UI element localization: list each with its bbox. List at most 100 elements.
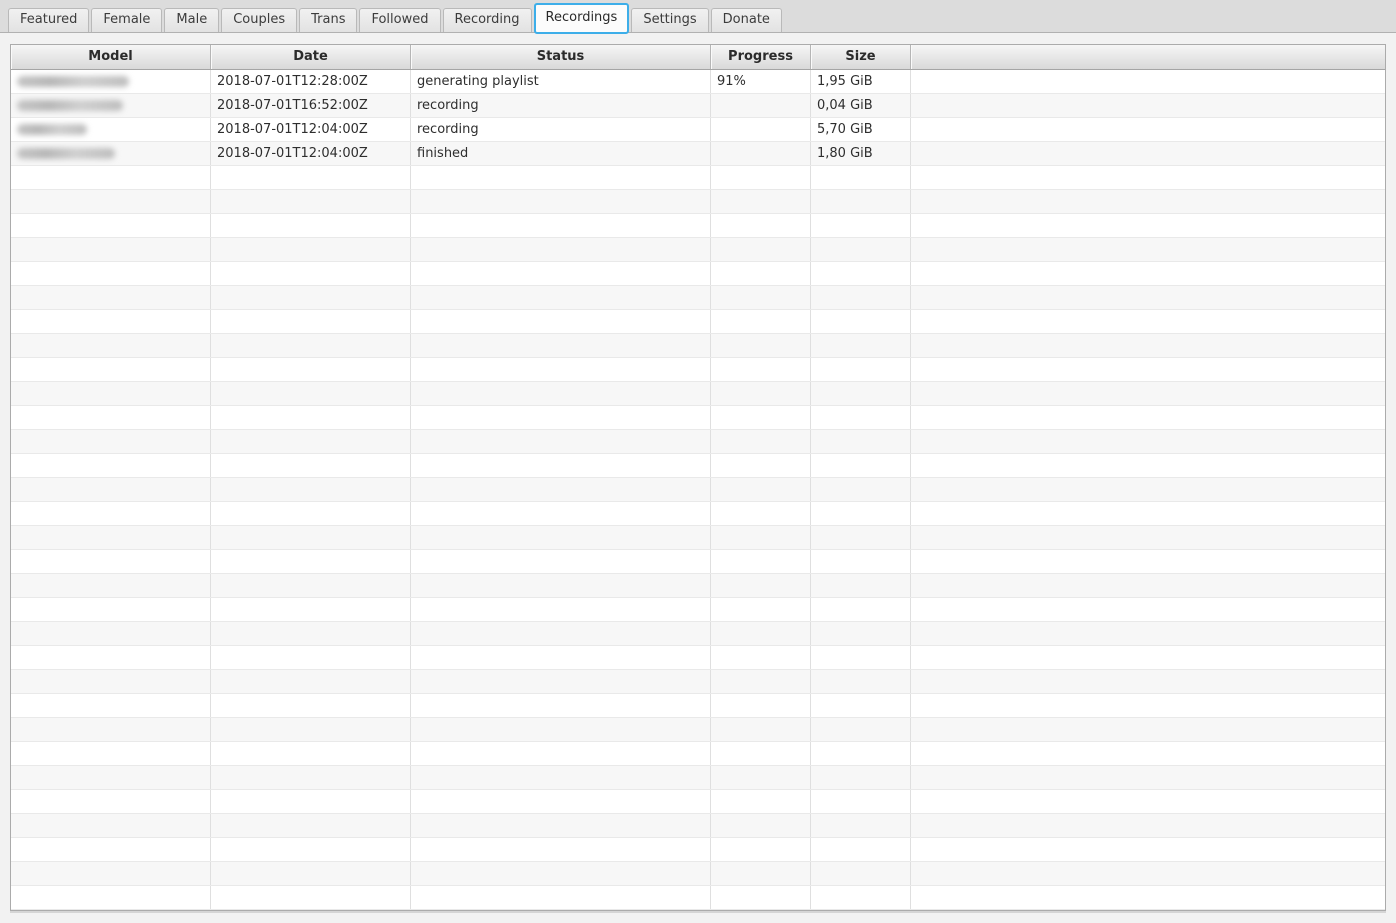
cell-model	[11, 94, 211, 117]
column-header-model[interactable]: Model	[11, 45, 211, 69]
table-row-empty[interactable]	[11, 190, 1385, 214]
table-row[interactable]: 2018-07-01T12:04:00Z recording 5,70 GiB	[11, 118, 1385, 142]
table-cell-empty	[811, 454, 911, 477]
cell-progress	[711, 118, 811, 141]
table-cell-empty	[11, 718, 211, 741]
redacted-model-name	[17, 100, 123, 111]
table-cell-empty	[711, 694, 811, 717]
table-cell-empty	[711, 382, 811, 405]
tab-trans[interactable]: Trans	[299, 8, 357, 32]
column-header-status[interactable]: Status	[411, 45, 711, 69]
table-row-empty[interactable]	[11, 526, 1385, 550]
table-cell-empty	[911, 430, 1385, 453]
table-cell-empty	[11, 742, 211, 765]
table-row-empty[interactable]	[11, 742, 1385, 766]
table-row-empty[interactable]	[11, 238, 1385, 262]
tab-recordings[interactable]: Recordings	[534, 3, 630, 34]
table-row-empty[interactable]	[11, 358, 1385, 382]
cell-status: generating playlist	[411, 70, 711, 93]
table-row-empty[interactable]	[11, 814, 1385, 838]
table-row[interactable]: 2018-07-01T16:52:00Z recording 0,04 GiB	[11, 94, 1385, 118]
table-cell-empty	[811, 526, 911, 549]
table-cell-empty	[811, 430, 911, 453]
table-cell-empty	[11, 886, 211, 909]
cell-size: 0,04 GiB	[811, 94, 911, 117]
table-row-empty[interactable]	[11, 766, 1385, 790]
tab-followed[interactable]: Followed	[359, 8, 440, 32]
table-row-empty[interactable]	[11, 694, 1385, 718]
column-header-date[interactable]: Date	[211, 45, 411, 69]
table-cell-empty	[811, 646, 911, 669]
table-row-empty[interactable]	[11, 718, 1385, 742]
table-cell-empty	[411, 550, 711, 573]
table-cell-empty	[711, 718, 811, 741]
table-row-empty[interactable]	[11, 478, 1385, 502]
table-row-empty[interactable]	[11, 406, 1385, 430]
column-header-progress[interactable]: Progress	[711, 45, 811, 69]
table-cell-empty	[911, 310, 1385, 333]
table-header-row: Model Date Status Progress Size	[11, 45, 1385, 70]
table-row-empty[interactable]	[11, 166, 1385, 190]
table-row-empty[interactable]	[11, 598, 1385, 622]
tab-featured[interactable]: Featured	[8, 8, 89, 32]
table-row-empty[interactable]	[11, 574, 1385, 598]
table-cell-empty	[411, 670, 711, 693]
table-row-empty[interactable]	[11, 622, 1385, 646]
table-cell-empty	[11, 766, 211, 789]
table-cell-empty	[411, 358, 711, 381]
table-row-empty[interactable]	[11, 502, 1385, 526]
table-cell-empty	[911, 694, 1385, 717]
table-row-empty[interactable]	[11, 886, 1385, 910]
tab-settings[interactable]: Settings	[631, 8, 708, 32]
cell-status: recording	[411, 94, 711, 117]
table-cell-empty	[911, 670, 1385, 693]
table-cell-empty	[911, 766, 1385, 789]
table-cell-empty	[911, 526, 1385, 549]
table-cell-empty	[711, 286, 811, 309]
table-row-empty[interactable]	[11, 790, 1385, 814]
table-cell-empty	[811, 262, 911, 285]
cell-filler	[911, 94, 1385, 117]
table-row-empty[interactable]	[11, 310, 1385, 334]
table-row[interactable]: 2018-07-01T12:28:00Z generating playlist…	[11, 70, 1385, 94]
table-cell-empty	[811, 790, 911, 813]
table-cell-empty	[411, 190, 711, 213]
table-row-empty[interactable]	[11, 454, 1385, 478]
table-cell-empty	[11, 838, 211, 861]
table-cell-empty	[411, 838, 711, 861]
table-cell-empty	[11, 694, 211, 717]
table-cell-empty	[911, 214, 1385, 237]
tab-recording[interactable]: Recording	[443, 8, 532, 32]
table-row[interactable]: 2018-07-01T12:04:00Z finished 1,80 GiB	[11, 142, 1385, 166]
tab-couples[interactable]: Couples	[221, 8, 297, 32]
tab-male[interactable]: Male	[164, 8, 219, 32]
table-cell-empty	[211, 310, 411, 333]
table-cell-empty	[811, 574, 911, 597]
column-header-size[interactable]: Size	[811, 45, 911, 69]
table-cell-empty	[11, 358, 211, 381]
cell-size: 5,70 GiB	[811, 118, 911, 141]
table-cell-empty	[911, 742, 1385, 765]
table-row-empty[interactable]	[11, 214, 1385, 238]
tab-female[interactable]: Female	[91, 8, 162, 32]
table-cell-empty	[811, 478, 911, 501]
table-cell-empty	[711, 622, 811, 645]
table-cell-empty	[211, 694, 411, 717]
table-cell-empty	[411, 694, 711, 717]
table-cell-empty	[11, 334, 211, 357]
table-row-empty[interactable]	[11, 286, 1385, 310]
table-row-empty[interactable]	[11, 838, 1385, 862]
table-row-empty[interactable]	[11, 646, 1385, 670]
table-cell-empty	[811, 694, 911, 717]
table-row-empty[interactable]	[11, 862, 1385, 886]
table-row-empty[interactable]	[11, 382, 1385, 406]
table-row-empty[interactable]	[11, 262, 1385, 286]
table-row-empty[interactable]	[11, 430, 1385, 454]
table-cell-empty	[11, 670, 211, 693]
table-cell-empty	[911, 718, 1385, 741]
tab-donate[interactable]: Donate	[711, 8, 782, 32]
table-row-empty[interactable]	[11, 334, 1385, 358]
table-row-empty[interactable]	[11, 670, 1385, 694]
table-cell-empty	[811, 166, 911, 189]
table-row-empty[interactable]	[11, 550, 1385, 574]
